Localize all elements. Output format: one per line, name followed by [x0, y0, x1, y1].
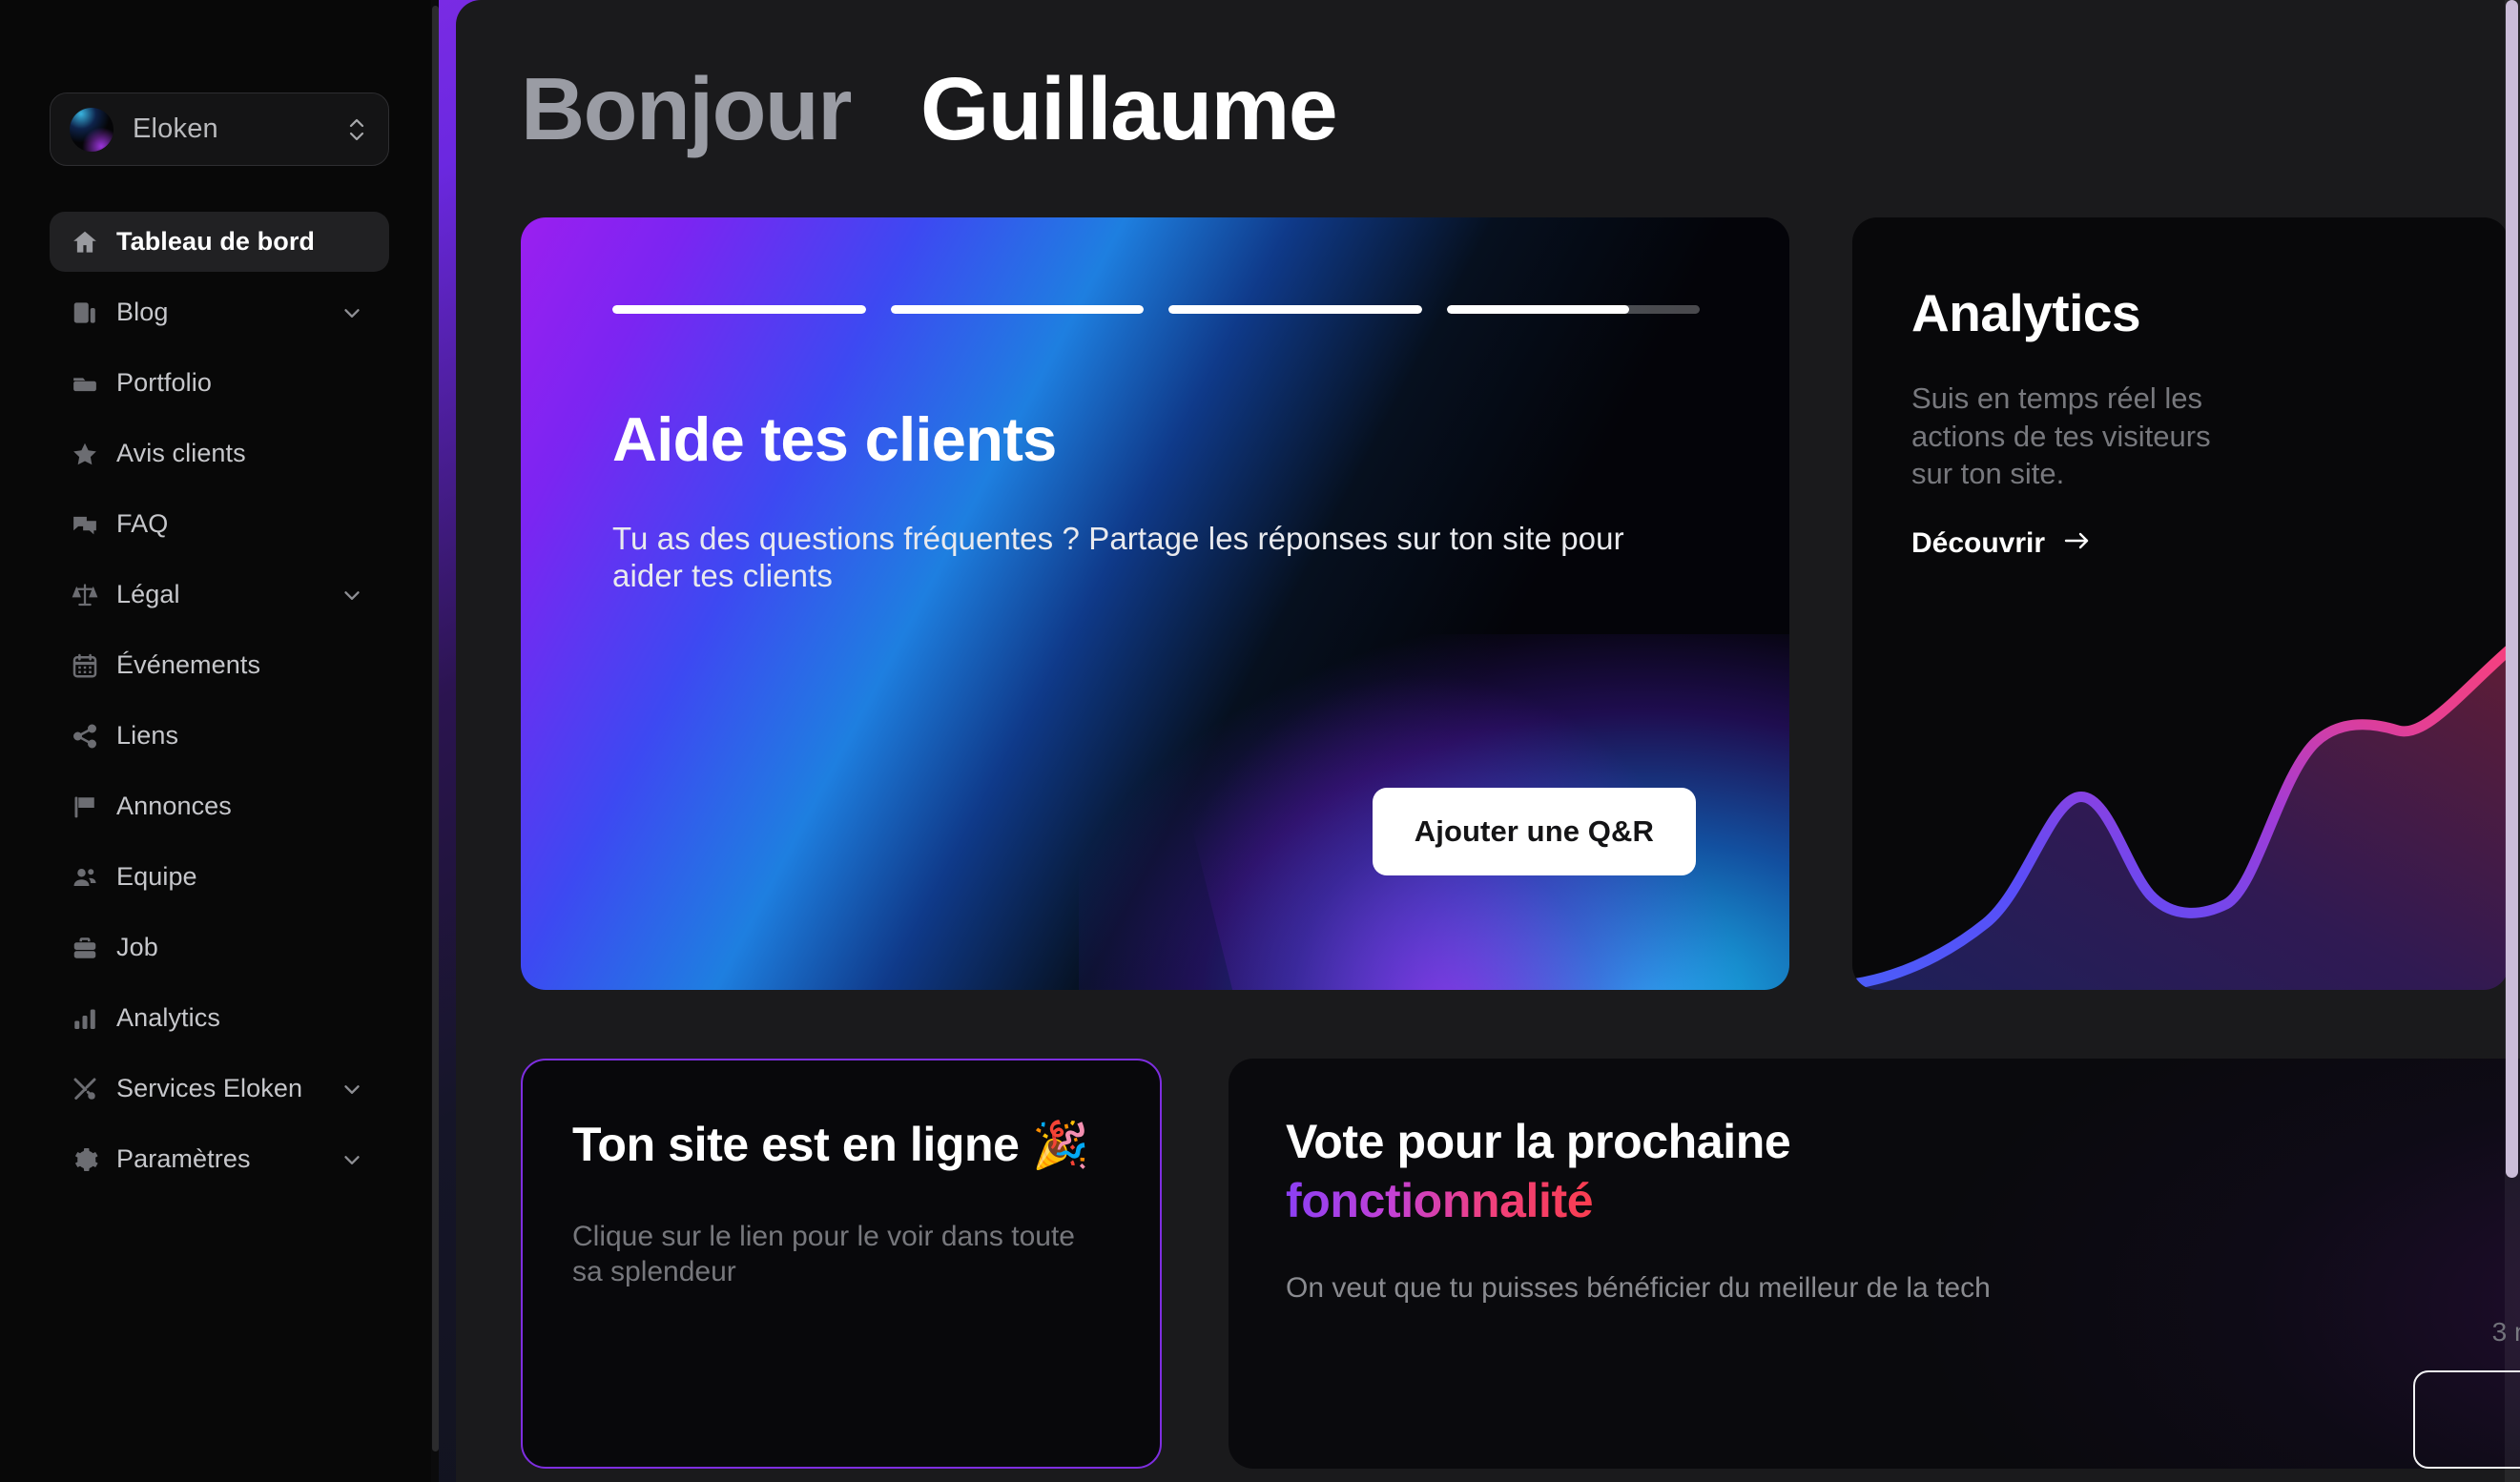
- flag-icon: [71, 792, 109, 821]
- sidebar-item-annonces[interactable]: Annonces: [50, 776, 389, 836]
- bottom-card-row: Ton site est en ligne 🎉 Clique sur le li…: [521, 1059, 2520, 1469]
- sidebar-item-label: FAQ: [116, 509, 169, 538]
- sidebar-nav: Tableau de bord Blog Portfolio Avis clie…: [50, 212, 389, 1189]
- sidebar-item-label: Événements: [116, 650, 261, 679]
- folder-icon: [71, 369, 109, 398]
- chevron-down-icon[interactable]: [340, 583, 364, 607]
- site-online-title: Ton site est en ligne 🎉: [572, 1116, 1106, 1175]
- sidebar-item-label: Légal: [116, 580, 180, 608]
- sidebar-item-tableau-de-bord[interactable]: Tableau de bord: [50, 212, 389, 272]
- sidebar-item-liens[interactable]: Liens: [50, 706, 389, 766]
- scales-icon: [71, 581, 109, 609]
- sidebar-item-label: Job: [116, 933, 158, 961]
- sidebar-item-label: Liens: [116, 721, 179, 750]
- site-online-description: Clique sur le lien pour le voir dans tou…: [572, 1220, 1075, 1288]
- analytics-discover-link[interactable]: Découvrir: [1911, 527, 2093, 560]
- add-qr-button[interactable]: Ajouter une Q&R: [1372, 788, 1696, 875]
- sidebar-item-job[interactable]: Job: [50, 917, 389, 978]
- carousel-progress-segment[interactable]: [612, 305, 866, 314]
- top-card-row: Aide tes clients Tu as des questions fré…: [521, 217, 2520, 990]
- vote-description: On veut que tu puisses bénéficier du mei…: [1286, 1272, 1991, 1304]
- analytics-title: Analytics: [1911, 283, 2141, 342]
- home-icon: [71, 228, 109, 257]
- chevron-down-icon[interactable]: [340, 300, 364, 325]
- carousel-progress-segment-active[interactable]: [1446, 305, 1700, 314]
- sidebar-item-legal[interactable]: Légal: [50, 565, 389, 625]
- main-panel: Bonjour Guillaume Aide tes clients Tu as…: [456, 0, 2520, 1482]
- chevron-down-icon[interactable]: [340, 1077, 364, 1101]
- workspace-switcher[interactable]: Eloken: [50, 93, 389, 166]
- calendar-icon: [71, 651, 109, 680]
- sidebar-item-evenements[interactable]: Événements: [50, 635, 389, 695]
- sidebar-item-label: Analytics: [116, 1003, 220, 1032]
- share-icon: [71, 722, 109, 751]
- sidebar-item-label: Annonces: [116, 792, 232, 820]
- main-scrollbar-track[interactable]: [2505, 0, 2520, 1482]
- sidebar-item-label: Services Eloken: [116, 1074, 303, 1102]
- vote-title: Vote pour la prochaine fonctionnalité: [1286, 1112, 2520, 1230]
- sidebar-scrollbar-thumb[interactable]: [432, 6, 439, 1451]
- hero-subtitle: Tu as des questions fréquentes ? Partage…: [612, 521, 1624, 593]
- main-scrollbar-thumb[interactable]: [2506, 0, 2518, 1178]
- sidebar-item-parametres[interactable]: Paramètres: [50, 1129, 389, 1189]
- bar-chart-icon: [71, 1004, 109, 1033]
- workspace-orb-avatar: [70, 107, 114, 152]
- analytics-description: Suis en temps réel les actions de tes vi…: [1911, 381, 2211, 491]
- sidebar-item-label: Tableau de bord: [116, 227, 316, 256]
- sidebar-item-label: Avis clients: [116, 439, 246, 467]
- sidebar-item-equipe[interactable]: Equipe: [50, 847, 389, 907]
- arrow-right-icon: [2062, 527, 2093, 560]
- sidebar-item-avis-clients[interactable]: Avis clients: [50, 423, 389, 484]
- analytics-card: Analytics Suis en temps réel les actions…: [1852, 217, 2509, 990]
- hero-title: Aide tes clients: [612, 404, 1057, 474]
- sidebar-item-faq[interactable]: FAQ: [50, 494, 389, 554]
- page-title: Bonjour Guillaume: [521, 58, 1338, 160]
- carousel-progress[interactable]: [612, 305, 1700, 314]
- chevron-down-icon[interactable]: [340, 1147, 364, 1172]
- carousel-progress-segment[interactable]: [890, 305, 1144, 314]
- sidebar-item-services-eloken[interactable]: Services Eloken: [50, 1059, 389, 1119]
- site-online-title-text: Ton site est en ligne: [572, 1118, 1020, 1171]
- sidebar-item-analytics[interactable]: Analytics: [50, 988, 389, 1048]
- page-header: Bonjour Guillaume: [521, 0, 2520, 217]
- briefcase-icon: [71, 934, 109, 962]
- hero-carousel-card: Aide tes clients Tu as des questions fré…: [521, 217, 1789, 990]
- greeting-username: Guillaume: [919, 58, 1338, 158]
- sidebar-item-label: Portfolio: [116, 368, 212, 397]
- sidebar-item-label: Equipe: [116, 862, 197, 891]
- sidebar-item-portfolio[interactable]: Portfolio: [50, 353, 389, 413]
- sidebar: Eloken Tableau de bord Blog Portfolio Av…: [0, 0, 439, 1482]
- carousel-progress-segment[interactable]: [1168, 305, 1422, 314]
- feature-vote-card: Vote pour la prochaine fonctionnalité On…: [1229, 1059, 2520, 1469]
- site-online-card: Ton site est en ligne 🎉 Clique sur le li…: [521, 1059, 1162, 1469]
- sidebar-item-blog[interactable]: Blog: [50, 282, 389, 342]
- people-icon: [71, 863, 109, 892]
- article-icon: [71, 298, 109, 327]
- main-shell: Bonjour Guillaume Aide tes clients Tu as…: [439, 0, 2520, 1482]
- app-root: Eloken Tableau de bord Blog Portfolio Av…: [0, 0, 2520, 1482]
- star-icon: [71, 440, 109, 468]
- chevron-up-down-icon: [346, 115, 367, 144]
- sidebar-item-label: Paramètres: [116, 1144, 251, 1173]
- analytics-discover-label: Découvrir: [1911, 527, 2046, 560]
- sidebar-item-label: Blog: [116, 298, 169, 326]
- tools-icon: [71, 1075, 109, 1103]
- gear-icon: [71, 1145, 109, 1174]
- analytics-area-chart: [1852, 580, 2509, 990]
- greeting-prefix: Bonjour: [521, 58, 852, 158]
- party-popper-emoji: 🎉: [1032, 1121, 1089, 1171]
- vote-title-white: Vote pour la prochaine: [1286, 1115, 1791, 1168]
- workspace-name: Eloken: [133, 113, 218, 144]
- chat-bubbles-icon: [71, 510, 109, 539]
- vote-title-gradient: fonctionnalité: [1286, 1174, 1594, 1227]
